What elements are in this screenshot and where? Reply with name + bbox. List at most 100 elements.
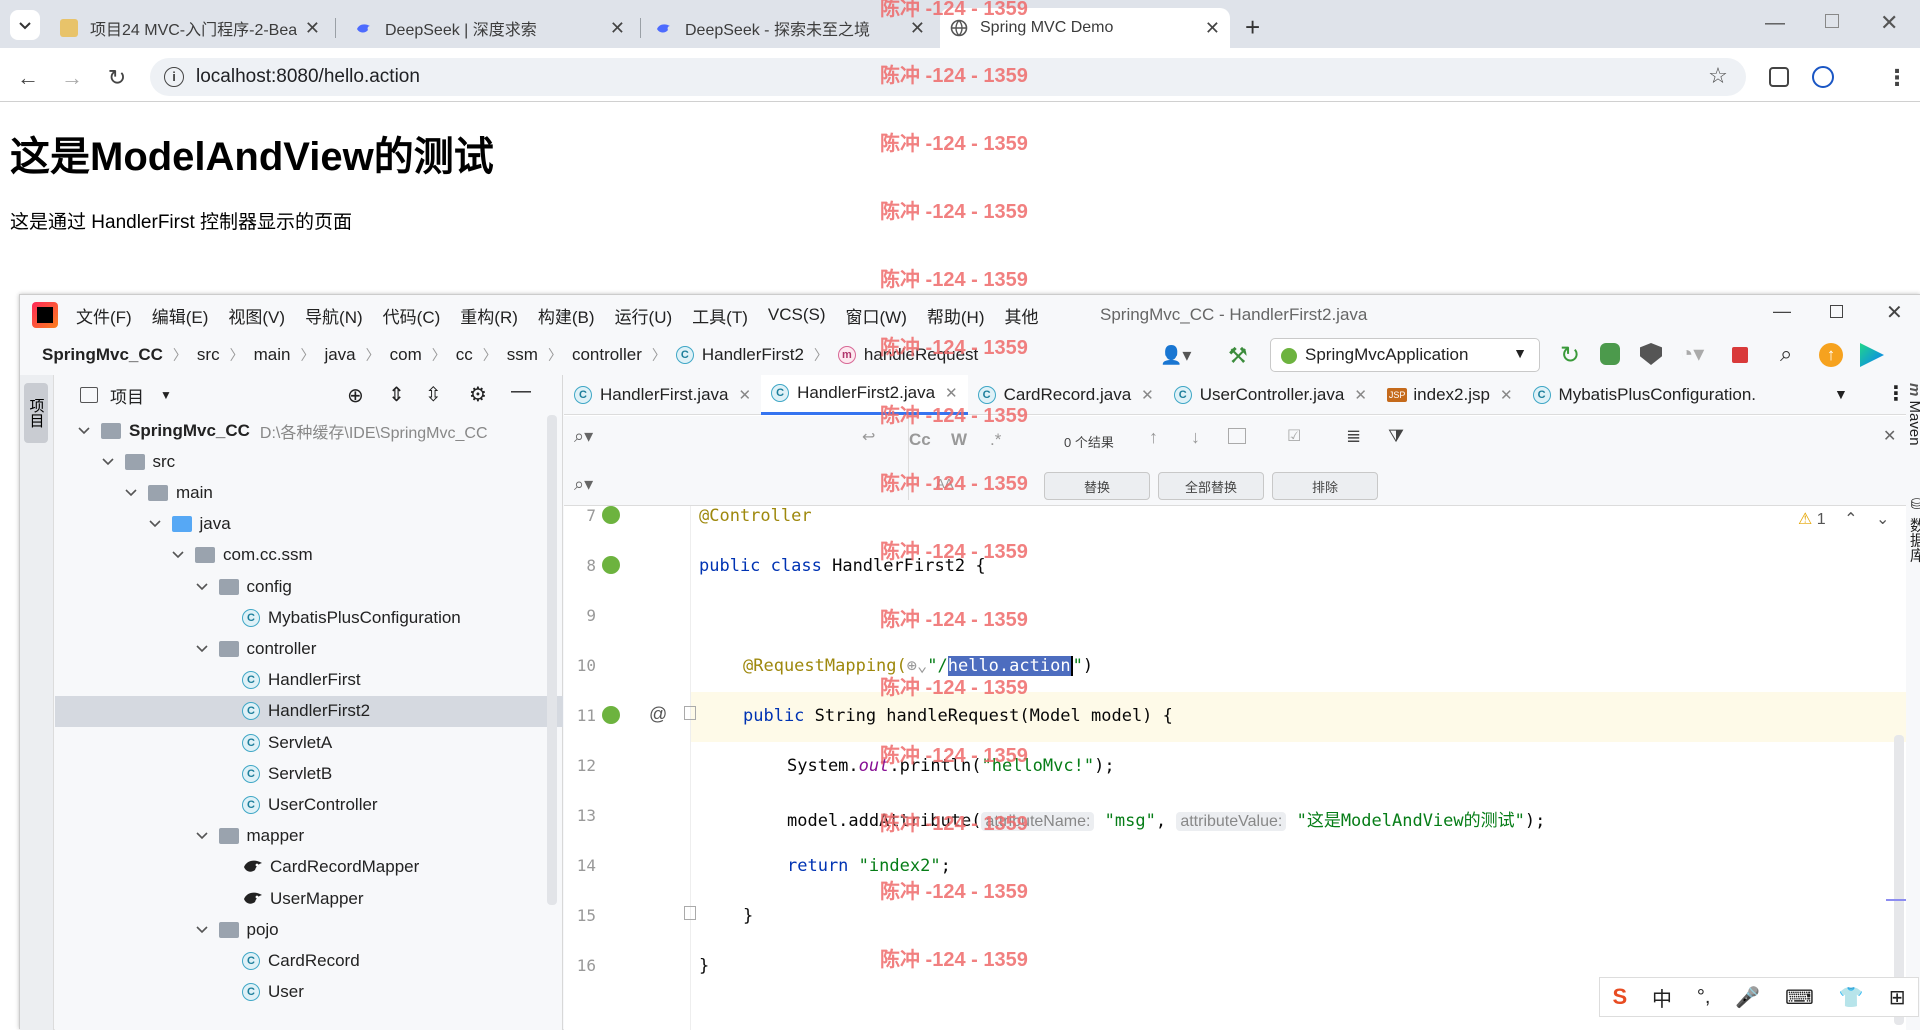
back-arrow-icon[interactable]: ←: [16, 66, 40, 90]
hide-panel-icon[interactable]: —: [511, 380, 531, 403]
tree-item-main[interactable]: main: [55, 477, 563, 508]
tree-item-mapper[interactable]: mapper: [55, 821, 563, 852]
warning-indicator[interactable]: ⚠ 1 ⌃ ⌄: [1798, 509, 1889, 529]
close-icon[interactable]: ✕: [739, 386, 752, 404]
browser-tab-0[interactable]: 项目24 MVC-入门程序-2-Bean ✕: [50, 8, 330, 48]
bookmark-star-icon[interactable]: ☆: [1706, 64, 1730, 88]
restore-icon[interactable]: [1825, 14, 1839, 28]
ide-close-icon[interactable]: ✕: [1886, 300, 1903, 325]
chevron-down-icon[interactable]: [148, 517, 162, 531]
profiler-icon[interactable]: ◔▾: [1680, 341, 1704, 367]
chevron-down-icon[interactable]: [171, 548, 185, 562]
regex-toggle[interactable]: .*: [990, 430, 1001, 450]
editor-tab-handlerfirst[interactable]: C HandlerFirst.java ✕: [564, 375, 761, 415]
project-panel-title[interactable]: 项目: [110, 383, 144, 408]
fold-marker-icon[interactable]: [684, 906, 696, 920]
new-line-icon[interactable]: ↩: [862, 427, 875, 447]
filter-search-icon[interactable]: ☑: [1287, 426, 1301, 446]
info-icon[interactable]: i: [164, 67, 184, 87]
breadcrumb-ssm[interactable]: ssm: [507, 345, 538, 365]
menu-vcs[interactable]: VCS(S): [768, 305, 826, 325]
menu-navigate[interactable]: 导航(N): [305, 303, 363, 328]
filter-funnel-icon[interactable]: ⧩: [1388, 426, 1404, 447]
tree-item-java[interactable]: java: [55, 509, 563, 540]
fold-marker-icon[interactable]: [684, 706, 696, 720]
menu-code[interactable]: 代码(C): [383, 303, 441, 328]
tree-item-usermapper[interactable]: UserMapper: [55, 883, 563, 914]
tree-item-handlerfirst2[interactable]: C HandlerFirst2: [55, 695, 563, 727]
profile-avatar-icon[interactable]: [1812, 66, 1834, 88]
breadcrumb-controller[interactable]: controller: [572, 345, 642, 365]
tree-item-controller[interactable]: controller: [55, 633, 563, 664]
previous-occurrence-icon[interactable]: ↑: [1149, 427, 1158, 448]
maven-tool-button[interactable]: m Maven: [1906, 383, 1920, 446]
reload-icon[interactable]: ↻: [105, 66, 129, 90]
spring-endpoint-gutter-icon[interactable]: [602, 706, 620, 724]
match-case-toggle[interactable]: Cc: [909, 430, 931, 450]
rerun-icon[interactable]: ↻: [1560, 341, 1580, 370]
ide-maximize-icon[interactable]: [1830, 305, 1843, 318]
editor-tab-usercontroller[interactable]: C UserController.java ✕: [1164, 375, 1377, 415]
chevron-down-icon[interactable]: [101, 455, 115, 469]
close-icon[interactable]: ✕: [305, 18, 320, 39]
tree-item-com-cc-ssm[interactable]: com.cc.ssm: [55, 540, 563, 571]
tree-item-springmvc-cc[interactable]: SpringMvc_CC D:\各种缓存\IDE\SpringMvc_CC: [55, 415, 563, 446]
tree-item-pojo[interactable]: pojo: [55, 914, 563, 945]
chevron-down-icon[interactable]: [77, 424, 91, 438]
build-hammer-icon[interactable]: ⚒: [1228, 343, 1248, 369]
exclude-button[interactable]: 排除: [1272, 472, 1378, 500]
replace-button[interactable]: 替换: [1044, 472, 1150, 500]
whole-word-toggle[interactable]: W: [951, 430, 967, 450]
menu-tools[interactable]: 工具(T): [692, 303, 748, 328]
tabs-overflow-chevron-icon[interactable]: ▼: [1834, 386, 1848, 402]
breadcrumb-cc[interactable]: cc: [456, 345, 473, 365]
replace-all-button[interactable]: 全部替换: [1158, 472, 1264, 500]
menu-edit[interactable]: 编辑(E): [152, 303, 209, 328]
run-config-dropdown[interactable]: SpringMvcApplication ▼: [1270, 338, 1540, 372]
menu-run[interactable]: 运行(U): [615, 303, 673, 328]
forward-arrow-icon[interactable]: →: [60, 66, 84, 90]
window-close-icon[interactable]: ✕: [1880, 10, 1898, 36]
chevron-down-icon[interactable]: [195, 580, 209, 594]
skin-shirt-icon[interactable]: 👕: [1839, 985, 1864, 1010]
minimize-icon[interactable]: —: [1765, 12, 1785, 35]
user-icon[interactable]: 👤▾: [1160, 345, 1194, 367]
close-icon[interactable]: ✕: [1500, 386, 1513, 404]
menu-window[interactable]: 窗口(W): [846, 303, 907, 328]
ime-chinese-mode[interactable]: 中: [1652, 983, 1672, 1012]
menu-view[interactable]: 视图(V): [228, 303, 285, 328]
chevron-down-icon[interactable]: [195, 642, 209, 656]
project-tool-button[interactable]: 项目: [24, 383, 48, 443]
open-in-window-icon[interactable]: ≣: [1346, 426, 1361, 447]
editor-tab-mybatisplus[interactable]: C MybatisPlusConfiguration.: [1523, 375, 1766, 415]
new-tab-icon[interactable]: +: [1245, 12, 1260, 43]
menu-kebab-icon[interactable]: ⋮: [1885, 66, 1909, 90]
chevron-down-icon[interactable]: [124, 486, 138, 500]
update-arrow-icon[interactable]: ↑: [1819, 343, 1843, 367]
breadcrumb-com[interactable]: com: [390, 345, 422, 365]
menu-other[interactable]: 其他: [1005, 303, 1039, 328]
ime-punctuation[interactable]: °,: [1697, 986, 1711, 1009]
tree-item-user[interactable]: C User: [55, 977, 563, 1008]
tree-scrollbar[interactable]: [547, 415, 557, 905]
chevron-down-icon[interactable]: ▼: [160, 388, 172, 402]
tree-item-servletb[interactable]: C ServletB: [55, 758, 563, 789]
breadcrumb-java[interactable]: java: [324, 345, 355, 365]
tree-item-cardrecordmapper[interactable]: CardRecordMapper: [55, 852, 563, 883]
tree-item-handlerfirst[interactable]: C HandlerFirst: [55, 665, 563, 696]
find-input[interactable]: ⌕▾ ↩: [570, 424, 930, 454]
tree-item-cardrecord[interactable]: C CardRecord: [55, 945, 563, 976]
microphone-icon[interactable]: 🎤: [1735, 985, 1760, 1010]
breadcrumb-src[interactable]: src: [197, 345, 220, 365]
menu-refactor[interactable]: 重构(R): [460, 303, 518, 328]
breadcrumb-class[interactable]: HandlerFirst2: [702, 345, 804, 365]
tree-item-mybatisplusconfiguration[interactable]: C MybatisPlusConfiguration: [55, 602, 563, 633]
editor-kebab-icon[interactable]: ⋮: [1886, 381, 1906, 406]
close-icon[interactable]: ✕: [1141, 386, 1154, 404]
tab-search-button[interactable]: [10, 10, 40, 40]
tree-item-config[interactable]: config: [55, 571, 563, 602]
toolbox-grid-icon[interactable]: ⊞: [1889, 985, 1906, 1010]
breadcrumb-main[interactable]: main: [254, 345, 291, 365]
close-icon[interactable]: ✕: [1205, 18, 1220, 39]
replace-input[interactable]: ⌕▾ AA: [570, 472, 953, 502]
